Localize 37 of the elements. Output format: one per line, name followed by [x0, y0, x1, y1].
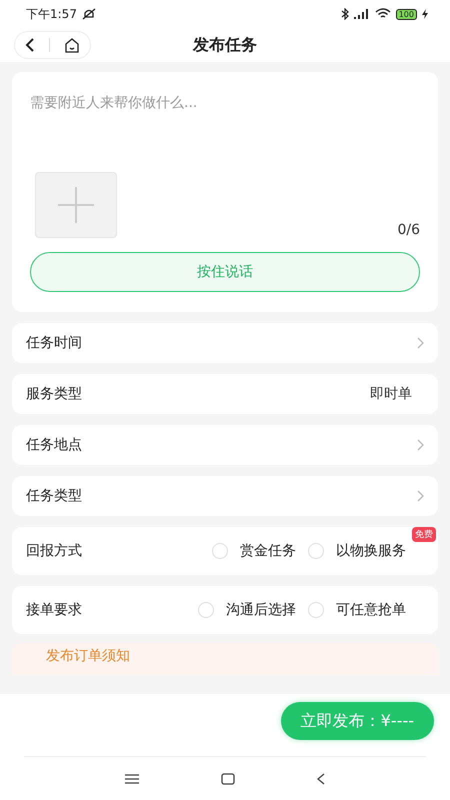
radio-option[interactable]: 赏金任务 — [212, 542, 296, 560]
row-label: 任务类型 — [26, 487, 83, 505]
wifi-icon — [374, 8, 391, 20]
mute-icon — [82, 8, 96, 20]
plus-icon — [56, 185, 96, 225]
form-row[interactable]: 回报方式 赏金任务 以物换服务 免费 — [12, 527, 438, 575]
free-badge: 免费 — [412, 527, 436, 542]
row-value: 即时单 — [370, 385, 412, 403]
photo-count: 0/6 — [397, 222, 420, 238]
form-row[interactable]: 任务类型 — [12, 476, 438, 516]
page-title: 发布任务 — [193, 34, 257, 54]
menu-icon[interactable] — [125, 774, 139, 784]
form-row[interactable]: 任务地点 — [12, 425, 438, 465]
row-label: 服务类型 — [26, 385, 83, 403]
row-label: 任务地点 — [26, 436, 83, 454]
chevron-icon — [417, 490, 424, 502]
charging-icon — [422, 9, 428, 19]
radio-option[interactable]: 可任意抢单 — [308, 601, 406, 619]
row-label: 回报方式 — [26, 542, 83, 560]
bluetooth-icon — [340, 8, 349, 20]
home-square-icon[interactable] — [221, 773, 235, 785]
back-icon[interactable] — [25, 38, 35, 52]
signal-icon — [354, 9, 370, 19]
notice-title: 发布订单须知 — [46, 648, 130, 664]
radio-option[interactable]: 沟通后选择 — [198, 601, 296, 619]
form-row[interactable]: 任务时间 — [12, 323, 438, 363]
back-icon[interactable] — [317, 773, 325, 785]
description-field[interactable]: 需要附近人来帮你做什么... — [30, 94, 420, 156]
chevron-icon — [417, 337, 424, 349]
home-icon[interactable] — [64, 38, 80, 52]
form-row[interactable]: 接单要求 沟通后选择 可任意抢单 — [12, 586, 438, 634]
chevron-icon — [417, 439, 424, 451]
status-time: 下午1:57 — [26, 6, 77, 22]
row-label: 任务时间 — [26, 334, 83, 352]
battery-icon: 100 — [396, 8, 417, 20]
row-label: 接单要求 — [26, 601, 83, 619]
form-row[interactable]: 服务类型 即时单 — [12, 374, 438, 414]
